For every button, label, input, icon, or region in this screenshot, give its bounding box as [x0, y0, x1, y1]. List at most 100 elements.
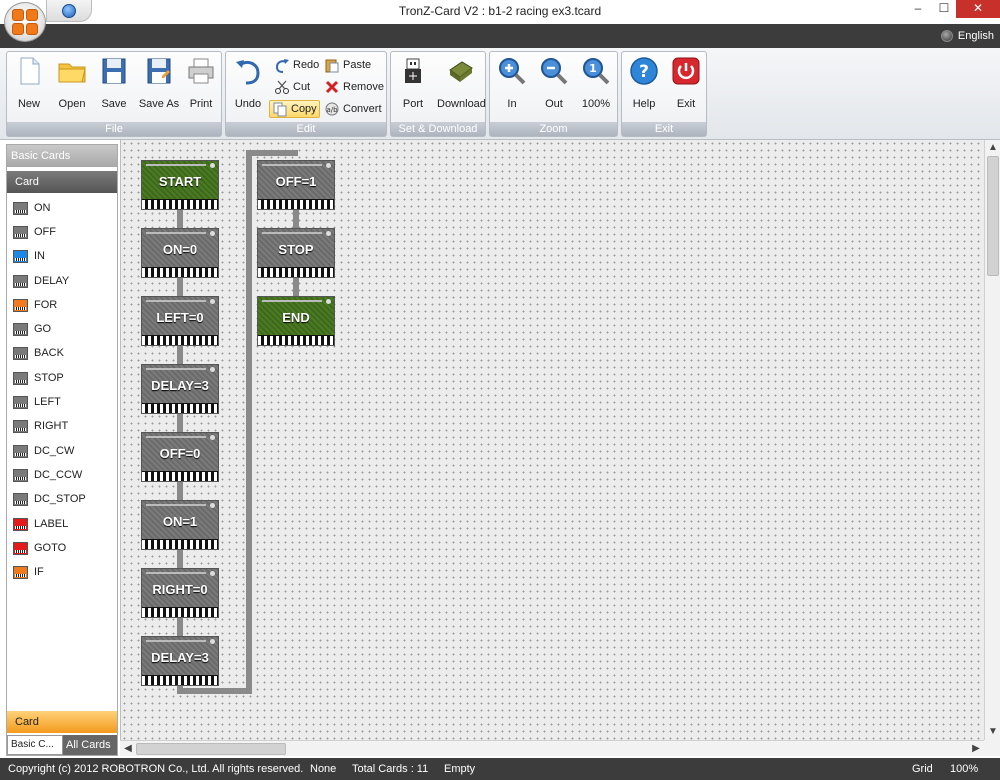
edit-group: Undo Redo Cut Copy Paste Remove a/b Conv…: [225, 51, 387, 137]
print-button[interactable]: Print: [181, 56, 221, 110]
window-title: TronZ-Card V2 : b1-2 racing ex3.tcard: [398, 4, 602, 18]
connector-wire: [177, 688, 251, 694]
new-file-icon: [20, 57, 40, 85]
exit-group-label: Exit: [622, 122, 706, 136]
maximize-button[interactable]: ☐: [930, 0, 958, 18]
palette-item-off[interactable]: OFF: [13, 223, 56, 241]
card-start[interactable]: START: [141, 160, 219, 210]
status-grid[interactable]: Grid: [912, 763, 933, 775]
zoom-in-icon: [499, 58, 526, 85]
app-menu-button[interactable]: [4, 2, 46, 42]
scroll-up-icon[interactable]: ▲: [985, 140, 1000, 156]
palette-item-label[interactable]: LABEL: [13, 515, 68, 533]
card-delay-3[interactable]: DELAY=3: [141, 364, 219, 414]
zoom-group-label: Zoom: [490, 122, 617, 136]
port-button[interactable]: Port: [393, 56, 433, 110]
card-end[interactable]: END: [257, 296, 335, 346]
status-bar: Copyright (c) 2012 ROBOTRON Co., Ltd. Al…: [0, 758, 1000, 780]
convert-button[interactable]: a/b Convert: [322, 100, 384, 118]
help-icon: ?: [630, 57, 658, 85]
chip-icon: [13, 565, 28, 579]
card-delay-3-second[interactable]: DELAY=3: [141, 636, 219, 686]
palette-item-in[interactable]: IN: [13, 247, 45, 265]
palette-item-left[interactable]: LEFT: [13, 393, 61, 411]
status-total-cards: Total Cards : 11: [352, 763, 429, 775]
card-on-0[interactable]: ON=0: [141, 228, 219, 278]
remove-button[interactable]: Remove: [322, 78, 386, 96]
palette-section[interactable]: Card: [7, 171, 117, 193]
tab-basic-cards[interactable]: Basic C...: [7, 735, 63, 755]
download-button[interactable]: Download: [437, 56, 486, 110]
edit-group-label: Edit: [226, 122, 386, 136]
card-left-0[interactable]: LEFT=0: [141, 296, 219, 346]
vertical-scroll-thumb[interactable]: [987, 156, 999, 276]
horizontal-scrollbar[interactable]: ◀ ▶: [120, 740, 984, 756]
cut-button[interactable]: Cut: [272, 78, 312, 96]
paste-icon: [325, 59, 339, 73]
palette-item-goto[interactable]: GOTO: [13, 539, 66, 557]
undo-button[interactable]: Undo: [228, 56, 268, 110]
chip-icon: [13, 517, 28, 531]
palette-item-stop[interactable]: STOP: [13, 369, 64, 387]
remove-x-icon: [325, 80, 339, 94]
zoom-100-button[interactable]: 1 100%: [576, 56, 616, 110]
zoom-in-button[interactable]: In: [492, 56, 532, 110]
card-right-0[interactable]: RIGHT=0: [141, 568, 219, 618]
chip-icon: [13, 492, 28, 506]
card-off-0[interactable]: OFF=0: [141, 432, 219, 482]
new-button[interactable]: New: [9, 56, 49, 110]
palette-card-tab[interactable]: Card: [7, 711, 117, 733]
status-zoom: 100%: [950, 763, 979, 775]
save-as-button[interactable]: Save As: [137, 56, 181, 110]
language-selector[interactable]: English: [940, 30, 994, 42]
power-icon: [672, 57, 700, 85]
palette-item-go[interactable]: GO: [13, 320, 51, 338]
card-stop[interactable]: STOP: [257, 228, 335, 278]
set-download-group: Port Download Set & Download: [390, 51, 486, 137]
scroll-corner: [984, 740, 1000, 756]
scroll-left-icon[interactable]: ◀: [120, 741, 136, 757]
palette-item-right[interactable]: RIGHT: [13, 417, 68, 435]
zoom-out-button[interactable]: Out: [534, 56, 574, 110]
copy-button[interactable]: Copy: [269, 100, 320, 118]
open-button[interactable]: Open: [52, 56, 92, 110]
svg-text:?: ?: [639, 62, 649, 82]
save-button[interactable]: Save: [94, 56, 134, 110]
program-canvas[interactable]: START ON=0 LEFT=0 DELAY=3 OFF=0 ON=1 RIG…: [120, 140, 984, 740]
floppy-icon: [102, 58, 126, 84]
chip-icon: [13, 201, 28, 215]
chip-icon: [13, 395, 28, 409]
undo-icon: [236, 60, 260, 85]
card-on-1[interactable]: ON=1: [141, 500, 219, 550]
svg-text:a/b: a/b: [326, 106, 338, 114]
redo-button[interactable]: Redo: [272, 56, 321, 74]
exit-button[interactable]: Exit: [666, 56, 706, 110]
palette-item-dc-cw[interactable]: DC_CW: [13, 442, 74, 460]
svg-text:1: 1: [589, 62, 597, 75]
set-download-group-label: Set & Download: [391, 122, 485, 136]
usb-port-icon: [405, 58, 421, 83]
tab-all-cards[interactable]: All Cards: [63, 735, 117, 755]
palette-item-delay[interactable]: DELAY: [13, 272, 69, 290]
horizontal-scroll-thumb[interactable]: [136, 743, 286, 755]
zoom-reset-icon: 1: [583, 58, 610, 85]
palette-item-for[interactable]: FOR: [13, 296, 57, 314]
palette-item-on[interactable]: ON: [13, 199, 51, 217]
close-button[interactable]: ✕: [956, 0, 1000, 18]
scroll-down-icon[interactable]: ▼: [985, 724, 1000, 740]
redo-icon: [275, 59, 289, 73]
help-button[interactable]: ? Help: [624, 56, 664, 110]
vertical-scrollbar[interactable]: ▲ ▼: [984, 140, 1000, 740]
card-off-1[interactable]: OFF=1: [257, 160, 335, 210]
chip-icon: [13, 541, 28, 555]
palette-item-dc-ccw[interactable]: DC_CCW: [13, 466, 82, 484]
chip-icon: [13, 249, 28, 263]
paste-button[interactable]: Paste: [322, 56, 373, 74]
ribbon: New Open Save Save As Print File Undo Re…: [0, 48, 1000, 140]
palette-item-back[interactable]: BACK: [13, 344, 64, 362]
palette-item-dc-stop[interactable]: DC_STOP: [13, 490, 86, 508]
scroll-right-icon[interactable]: ▶: [968, 741, 984, 757]
status-clipboard: Empty: [444, 763, 476, 775]
palette-item-if[interactable]: IF: [13, 563, 44, 581]
minimize-button[interactable]: –: [904, 0, 932, 18]
